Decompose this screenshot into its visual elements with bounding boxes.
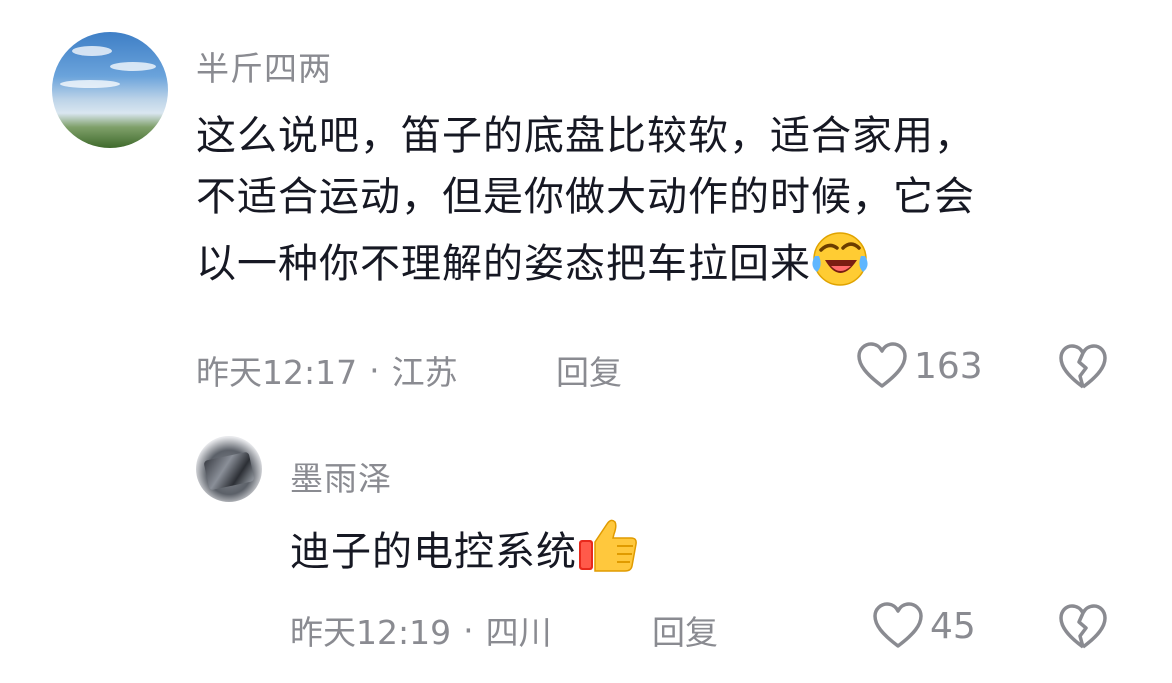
- reply-button[interactable]: 回复: [652, 606, 718, 654]
- comment-meta: 昨天12:17 · 江苏: [196, 346, 458, 394]
- meta-separator: ·: [463, 610, 474, 650]
- comment-time: 昨天12:17: [196, 353, 358, 392]
- reply-location: 四川: [485, 613, 552, 652]
- dislike-button[interactable]: [1058, 344, 1108, 394]
- comment-line: 以一种你不理解的姿态把车拉回来: [196, 241, 811, 287]
- thumbs-up-emoji: [577, 516, 639, 592]
- avatar[interactable]: [52, 32, 168, 148]
- comment-text: 这么说吧，笛子的底盘比较软，适合家用， 不适合运动，但是你做大动作的时候，它会 …: [196, 106, 975, 304]
- like-button[interactable]: 45: [872, 602, 976, 650]
- heart-icon: [873, 602, 923, 648]
- comment-line: 这么说吧，笛子的底盘比较软，适合家用，: [196, 113, 975, 159]
- dislike-button[interactable]: [1058, 604, 1108, 654]
- like-count: 45: [930, 605, 976, 647]
- broken-heart-icon: [1059, 604, 1107, 649]
- meta-separator: ·: [369, 350, 380, 390]
- broken-heart-icon: [1059, 344, 1107, 389]
- avatar-cloud: [72, 46, 112, 56]
- avatar-cloud: [60, 80, 120, 88]
- reply-time: 昨天12:19: [290, 613, 452, 652]
- reply-meta: 昨天12:19 · 四川: [290, 606, 552, 654]
- avatar-cloud: [110, 62, 156, 71]
- avatar[interactable]: [196, 436, 262, 502]
- comment-line: 不适合运动，但是你做大动作的时候，它会: [196, 174, 975, 220]
- like-count: 163: [914, 345, 983, 387]
- comment-location: 江苏: [391, 353, 458, 392]
- heart-icon: [857, 342, 907, 388]
- avatar-image: [203, 451, 255, 491]
- reply-line: 迪子的电控系统: [290, 529, 577, 575]
- reply-username[interactable]: 墨雨泽: [290, 452, 392, 500]
- comment-username[interactable]: 半斤四两: [196, 42, 332, 90]
- reply-button[interactable]: 回复: [556, 346, 622, 394]
- reply-text: 迪子的电控系统: [290, 516, 639, 592]
- laughing-crying-emoji: [811, 228, 869, 304]
- like-button[interactable]: 163: [856, 342, 983, 390]
